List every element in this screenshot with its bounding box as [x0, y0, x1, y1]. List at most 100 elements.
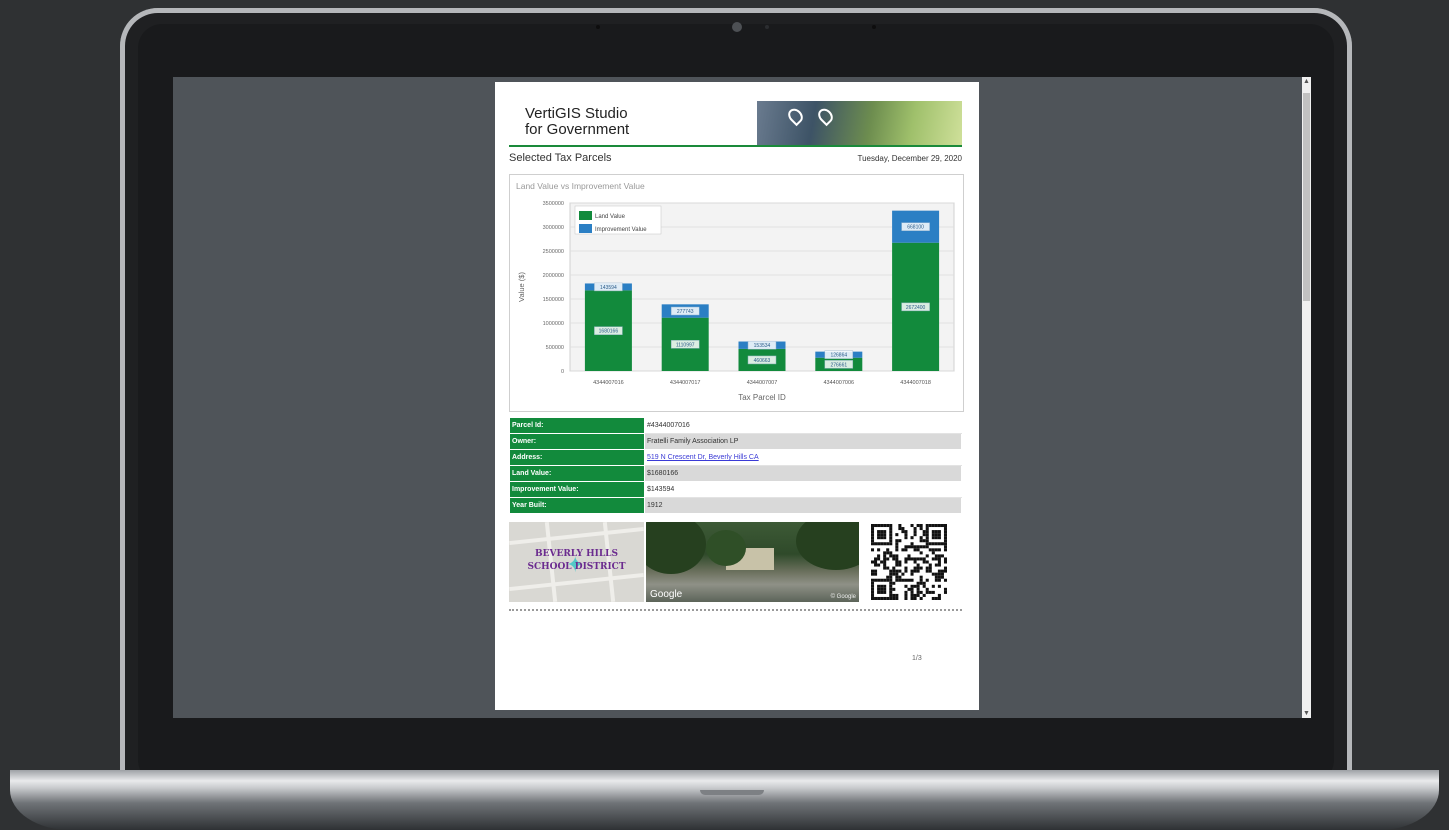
qr-module [880, 587, 884, 591]
qr-module [886, 542, 890, 546]
qr-module [925, 560, 929, 564]
scrollbar-thumb[interactable] [1303, 93, 1310, 301]
section-title: Selected Tax Parcels [509, 152, 612, 164]
qr-module [889, 596, 893, 600]
data-label: 276661 [830, 362, 847, 368]
table-row: Parcel Id: #4344007016 [509, 417, 962, 434]
qr-module [928, 563, 932, 567]
header-banner-image [757, 101, 962, 146]
qr-module [934, 572, 938, 576]
header-divider [509, 145, 962, 147]
qr-module [883, 530, 887, 534]
qr-module [883, 542, 887, 546]
qr-module [925, 566, 929, 570]
qr-module [925, 527, 929, 531]
qr-module [937, 593, 941, 597]
qr-module [901, 578, 905, 582]
qr-module [895, 572, 899, 576]
qr-module [925, 533, 929, 537]
qr-module [877, 533, 881, 537]
qr-module [889, 524, 893, 528]
qr-module [877, 530, 881, 534]
x-tick-label: 4344007006 [824, 380, 855, 386]
qr-module [871, 530, 875, 534]
qr-module [934, 536, 938, 540]
legend-swatch [579, 211, 592, 220]
browser-viewport[interactable]: ▲ ▼ VertiGIS Studio for Government Selec… [173, 77, 1311, 718]
qr-module [925, 545, 929, 549]
qr-module [904, 569, 908, 573]
scroll-up-arrow-icon[interactable]: ▲ [1302, 77, 1311, 86]
qr-module [904, 596, 908, 600]
chart-panel: Land Value vs Improvement Value 0 500000 1… [509, 174, 964, 412]
qr-module [937, 554, 941, 558]
qr-module [937, 524, 941, 528]
qr-module [898, 578, 902, 582]
attr-label: Owner: [509, 433, 645, 450]
qr-module [871, 542, 875, 546]
qr-module [928, 566, 932, 570]
qr-module [922, 545, 926, 549]
qr-module [880, 533, 884, 537]
qr-module [901, 527, 905, 531]
qr-module [943, 566, 947, 570]
district-label-line1: BEVERLY HILLS [535, 549, 618, 559]
qr-module [883, 554, 887, 558]
qr-module [886, 524, 890, 528]
qr-module [943, 545, 947, 549]
qr-module [919, 566, 923, 570]
qr-module [877, 563, 881, 567]
qr-module [892, 572, 896, 576]
qr-module [883, 587, 887, 591]
qr-module [880, 578, 884, 582]
qr-code-icon[interactable] [871, 524, 947, 600]
qr-module [916, 566, 920, 570]
qr-module [937, 542, 941, 546]
qr-module [916, 593, 920, 597]
qr-module [883, 584, 887, 588]
sensor-dot [596, 25, 600, 29]
qr-module [886, 548, 890, 552]
school-district-map-tile: ✦ BEVERLY HILLS SCHOOL DISTRICT [509, 522, 644, 602]
qr-module [907, 587, 911, 591]
qr-module [925, 542, 929, 546]
qr-module [895, 569, 899, 573]
qr-module [928, 524, 932, 528]
qr-module [928, 569, 932, 573]
qr-module [880, 584, 884, 588]
qr-module [871, 572, 875, 576]
scroll-down-arrow-icon[interactable]: ▼ [1302, 709, 1311, 718]
qr-module [916, 569, 920, 573]
x-tick-label: 4344007018 [900, 380, 931, 386]
qr-module [916, 563, 920, 567]
qr-module [904, 557, 908, 561]
qr-module [919, 578, 923, 582]
qr-module [895, 542, 899, 546]
qr-module [922, 557, 926, 561]
google-logo: Google [650, 589, 683, 600]
vertical-scrollbar[interactable]: ▲ ▼ [1302, 77, 1311, 718]
qr-module [889, 527, 893, 531]
sensor-dot [765, 25, 769, 29]
qr-module [943, 542, 947, 546]
qr-module [925, 554, 929, 558]
qr-module [937, 578, 941, 582]
qr-module [892, 566, 896, 570]
qr-module [931, 590, 935, 594]
qr-module [877, 557, 881, 561]
data-label: 668100 [907, 225, 924, 231]
qr-module [913, 596, 917, 600]
qr-module [880, 596, 884, 600]
qr-module [937, 584, 941, 588]
qr-module [943, 557, 947, 561]
qr-module [940, 554, 944, 558]
qr-module [910, 545, 914, 549]
qr-module [871, 527, 875, 531]
report-page: VertiGIS Studio for Government Selected … [495, 82, 979, 710]
qr-module [898, 569, 902, 573]
qr-module [892, 587, 896, 591]
legend-swatch [579, 224, 592, 233]
qr-module [877, 542, 881, 546]
address-link[interactable]: 519 N Crescent Dr, Beverly Hills CA [647, 454, 759, 461]
parcel-attributes-table: Parcel Id: #4344007016 Owner: Fratelli Fam… [509, 417, 962, 514]
